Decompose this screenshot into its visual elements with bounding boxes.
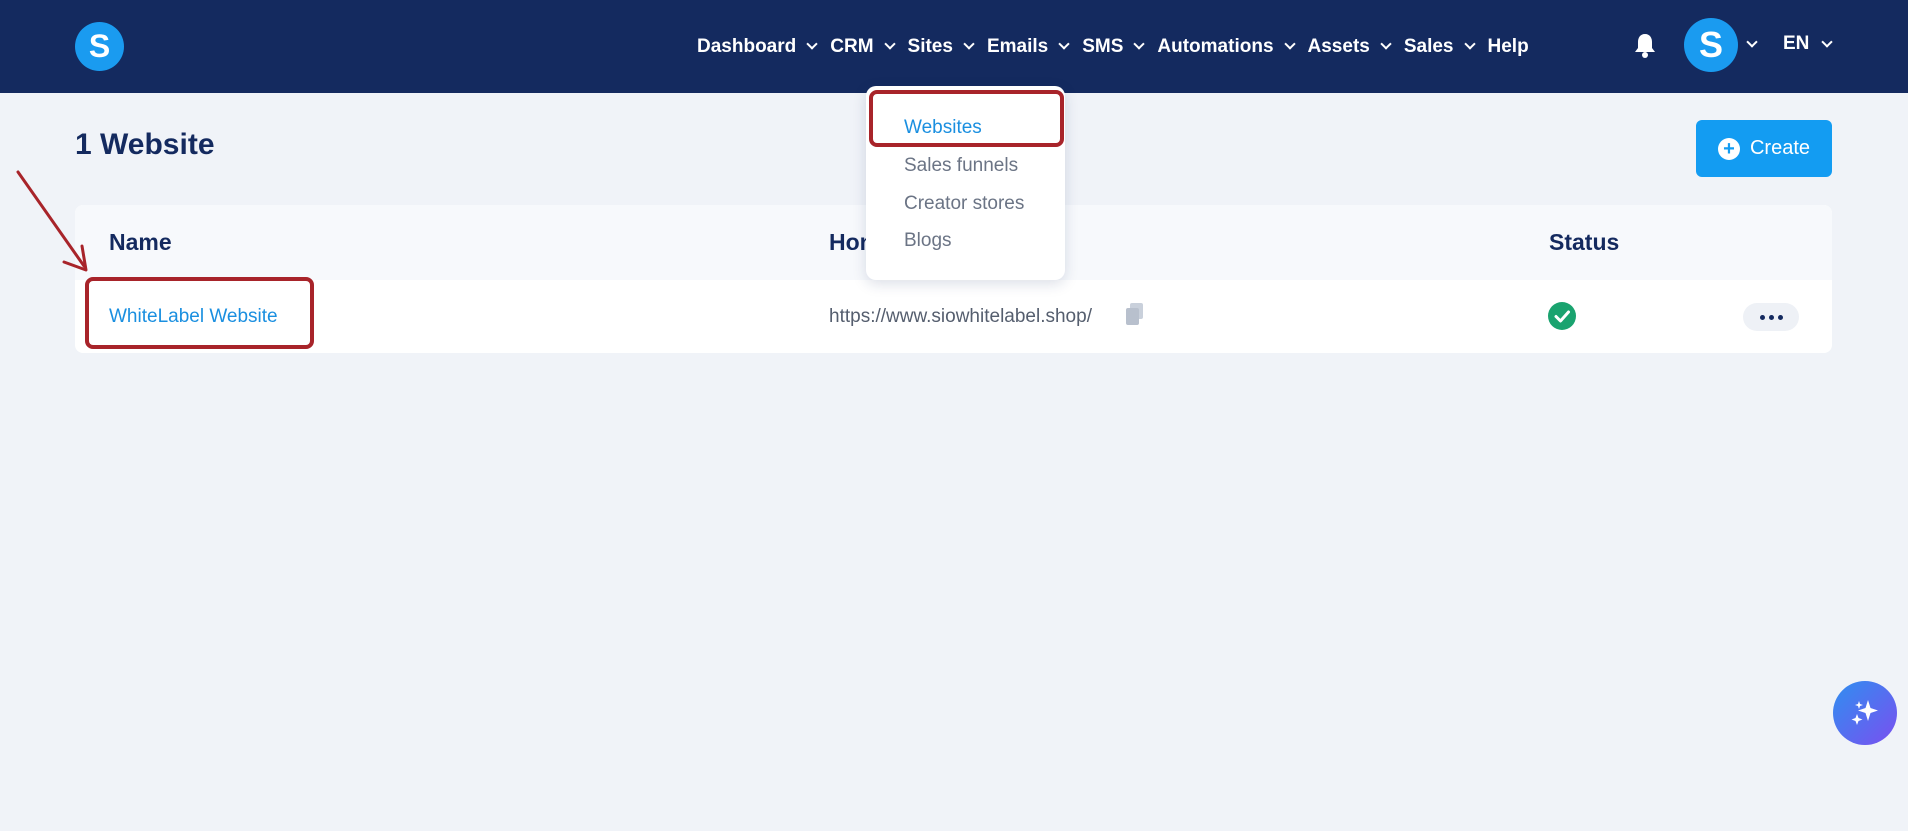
nav-sms[interactable]: SMS <box>1082 35 1146 58</box>
chevron-down-icon <box>1821 35 1834 48</box>
nav-help[interactable]: Help <box>1488 36 1529 58</box>
nav-sites-label: Sites <box>907 35 953 57</box>
nav-emails-label: Emails <box>986 35 1049 57</box>
main-nav: Dashboard CRM Sites Emails SMS Automatio… <box>697 0 1549 93</box>
copy-icon[interactable] <box>1125 302 1145 326</box>
user-avatar[interactable]: S <box>1684 18 1738 72</box>
chevron-down-icon <box>1058 38 1070 50</box>
menu-item-sales-funnels[interactable]: Sales funnels <box>904 155 1018 177</box>
top-navigation-bar: S Dashboard CRM Sites Emails SMS Automat… <box>0 0 1908 93</box>
dot-icon <box>1759 314 1765 320</box>
nav-emails[interactable]: Emails <box>986 35 1070 58</box>
nav-crm[interactable]: CRM <box>830 35 896 58</box>
chevron-down-icon <box>1283 38 1296 50</box>
nav-sales-label: Sales <box>1403 35 1454 57</box>
language-selector[interactable]: EN <box>1783 33 1834 55</box>
ai-assistant-button[interactable] <box>1833 681 1897 745</box>
language-label: EN <box>1783 33 1810 54</box>
plus-circle-icon: + <box>1717 137 1740 160</box>
chevron-down-icon[interactable] <box>1746 36 1758 48</box>
website-host: https://www.siowhitelabel.shop/ <box>829 306 1092 327</box>
nav-crm-label: CRM <box>830 35 874 57</box>
dot-icon <box>1768 314 1774 320</box>
create-button-label: Create <box>1749 137 1811 159</box>
create-button[interactable]: + Create <box>1696 120 1832 177</box>
chevron-down-icon <box>806 38 818 50</box>
sites-dropdown-menu: Websites Sales funnels Creator stores Bl… <box>866 86 1065 280</box>
nav-dashboard[interactable]: Dashboard <box>697 35 818 58</box>
brand-logo[interactable]: S <box>75 22 124 71</box>
menu-item-blogs[interactable]: Blogs <box>904 230 952 252</box>
sparkle-icon <box>1851 700 1878 725</box>
menu-item-websites[interactable]: Websites <box>904 117 982 139</box>
chevron-down-icon <box>963 38 975 50</box>
column-header-status: Status <box>1549 229 1620 255</box>
table-row: WhiteLabel Website https://www.siowhitel… <box>75 280 1832 353</box>
nav-help-label: Help <box>1487 35 1529 57</box>
menu-item-creator-stores[interactable]: Creator stores <box>904 193 1024 215</box>
chevron-down-icon <box>1463 38 1476 50</box>
chevron-down-icon <box>1380 38 1392 50</box>
check-circle-icon <box>1548 302 1576 330</box>
bell-icon[interactable] <box>1634 32 1656 58</box>
nav-automations-label: Automations <box>1157 35 1274 57</box>
nav-automations[interactable]: Automations <box>1157 35 1296 58</box>
nav-dashboard-label: Dashboard <box>697 35 797 57</box>
more-options-button[interactable] <box>1743 303 1799 331</box>
nav-sms-label: SMS <box>1082 35 1124 57</box>
dot-icon <box>1777 314 1783 320</box>
nav-assets[interactable]: Assets <box>1307 35 1392 58</box>
nav-sites[interactable]: Sites <box>907 35 975 58</box>
chevron-down-icon <box>883 38 896 50</box>
column-header-name: Name <box>109 229 172 255</box>
chevron-down-icon <box>1133 38 1146 50</box>
page-title: 1 Website <box>75 128 215 161</box>
nav-sales[interactable]: Sales <box>1403 35 1476 58</box>
website-name-link[interactable]: WhiteLabel Website <box>109 306 278 328</box>
nav-assets-label: Assets <box>1307 35 1370 57</box>
